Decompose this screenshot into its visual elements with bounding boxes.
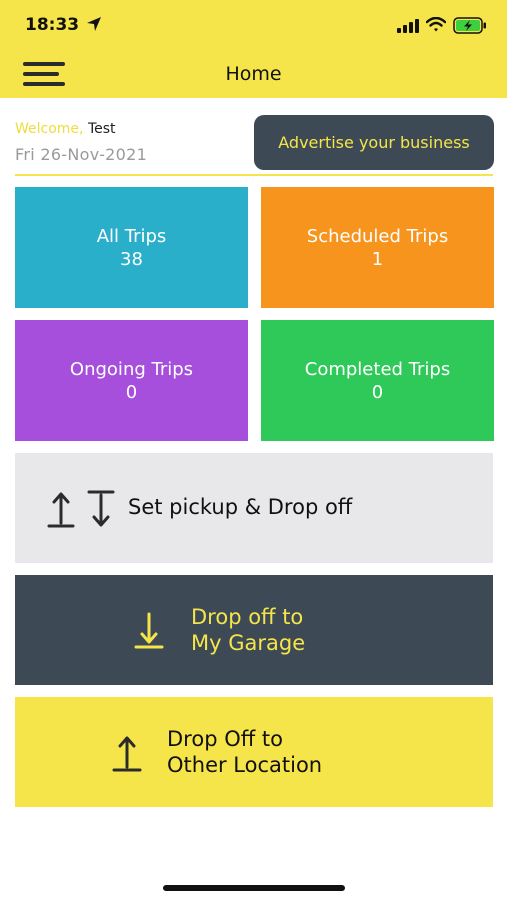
app-header: 18:33 Home <box>0 0 507 98</box>
tile-count: 0 <box>125 381 138 403</box>
garage-line-2: My Garage <box>191 631 306 655</box>
tile-label: Completed Trips <box>304 358 451 380</box>
signal-icon <box>397 19 419 33</box>
tile-label: All Trips <box>96 225 167 247</box>
other-line-2: Other Location <box>167 753 323 777</box>
page-title: Home <box>225 63 282 85</box>
current-date: Fri 26-Nov-2021 <box>15 145 148 164</box>
wifi-icon <box>426 17 446 32</box>
tile-count: 0 <box>371 381 384 403</box>
drop-off-other-location-label: Drop Off to Other Location <box>167 726 322 778</box>
download-icon <box>134 612 164 649</box>
welcome-user-name: Test <box>87 121 116 137</box>
set-pickup-dropoff-button[interactable]: Set pickup & Drop off <box>15 453 493 563</box>
ongoing-trips-tile[interactable]: Ongoing Trips 0 <box>15 320 248 441</box>
tile-count: 38 <box>120 248 143 270</box>
other-line-1: Drop Off to <box>167 727 283 751</box>
tile-label: Scheduled Trips <box>306 225 449 247</box>
welcome-text: Welcome, Test <box>15 121 116 137</box>
tile-count: 1 <box>371 248 384 270</box>
home-indicator[interactable] <box>163 885 345 891</box>
divider <box>15 174 493 176</box>
battery-charging-icon <box>453 17 486 34</box>
welcome-label: Welcome, <box>15 121 84 137</box>
drop-off-my-garage-button[interactable]: Drop off to My Garage <box>15 575 493 685</box>
scheduled-trips-tile[interactable]: Scheduled Trips 1 <box>261 187 494 308</box>
drop-off-other-location-button[interactable]: Drop Off to Other Location <box>15 697 493 807</box>
set-pickup-dropoff-label: Set pickup & Drop off <box>128 495 353 519</box>
location-arrow-icon <box>87 17 101 31</box>
garage-line-1: Drop off to <box>191 605 304 629</box>
completed-trips-tile[interactable]: Completed Trips 0 <box>261 320 494 441</box>
status-time: 18:33 <box>25 15 80 35</box>
upload-icon <box>112 736 142 772</box>
tile-label: Ongoing Trips <box>69 358 194 380</box>
advertise-business-button[interactable]: Advertise your business <box>254 115 494 170</box>
all-trips-tile[interactable]: All Trips 38 <box>15 187 248 308</box>
drop-off-my-garage-label: Drop off to My Garage <box>191 604 305 656</box>
upload-download-icon <box>47 490 115 528</box>
